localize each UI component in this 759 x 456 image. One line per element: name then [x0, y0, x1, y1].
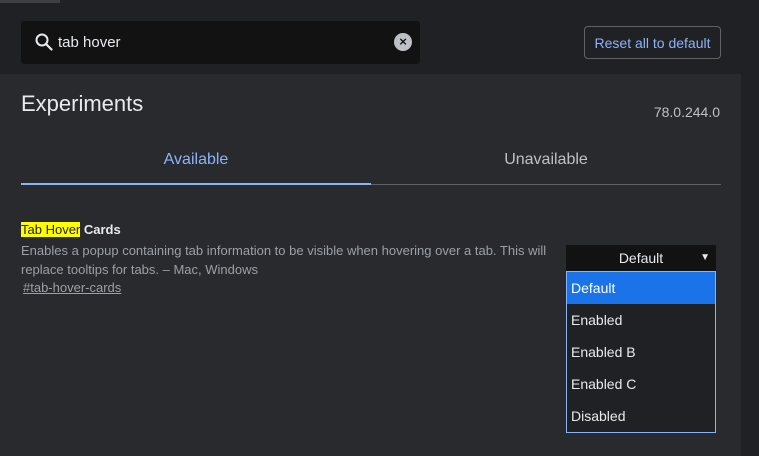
experiment-description: Enables a popup containing tab informati… [21, 243, 547, 277]
experiment-select[interactable]: Default ▼ [566, 245, 716, 271]
option-disabled[interactable]: Disabled [567, 400, 715, 432]
option-enabled-c[interactable]: Enabled C [567, 368, 715, 400]
header: × Reset all to default [0, 12, 759, 74]
tab-strip-edge [0, 0, 60, 3]
search-highlight: Tab Hover [21, 222, 81, 237]
tab-available[interactable]: Available [21, 146, 371, 185]
option-enabled-b[interactable]: Enabled B [567, 336, 715, 368]
tab-bar: Available Unavailable [21, 146, 721, 185]
experiment-title-rest: Cards [80, 222, 121, 237]
dropdown-arrow-icon: ▼ [700, 252, 710, 263]
search-box[interactable]: × [21, 21, 420, 64]
version-label: 78.0.244.0 [653, 104, 720, 120]
option-enabled[interactable]: Enabled [567, 304, 715, 336]
experiment-title: Tab Hover Cards [21, 222, 121, 237]
scrollbar[interactable] [741, 74, 759, 456]
top-strip [0, 0, 759, 12]
select-dropdown: Default Enabled Enabled B Enabled C Disa… [566, 271, 716, 433]
tab-unavailable[interactable]: Unavailable [371, 146, 721, 184]
search-input[interactable] [58, 32, 388, 52]
experiments-panel: Experiments 78.0.244.0 Available Unavail… [0, 74, 741, 456]
search-icon [35, 33, 53, 51]
page-title: Experiments [21, 91, 144, 116]
option-default[interactable]: Default [567, 272, 715, 304]
experiment-link[interactable]: #tab-hover-cards [23, 280, 121, 295]
reset-all-button[interactable]: Reset all to default [584, 26, 721, 59]
clear-icon[interactable]: × [394, 33, 412, 51]
select-value: Default [618, 250, 664, 266]
